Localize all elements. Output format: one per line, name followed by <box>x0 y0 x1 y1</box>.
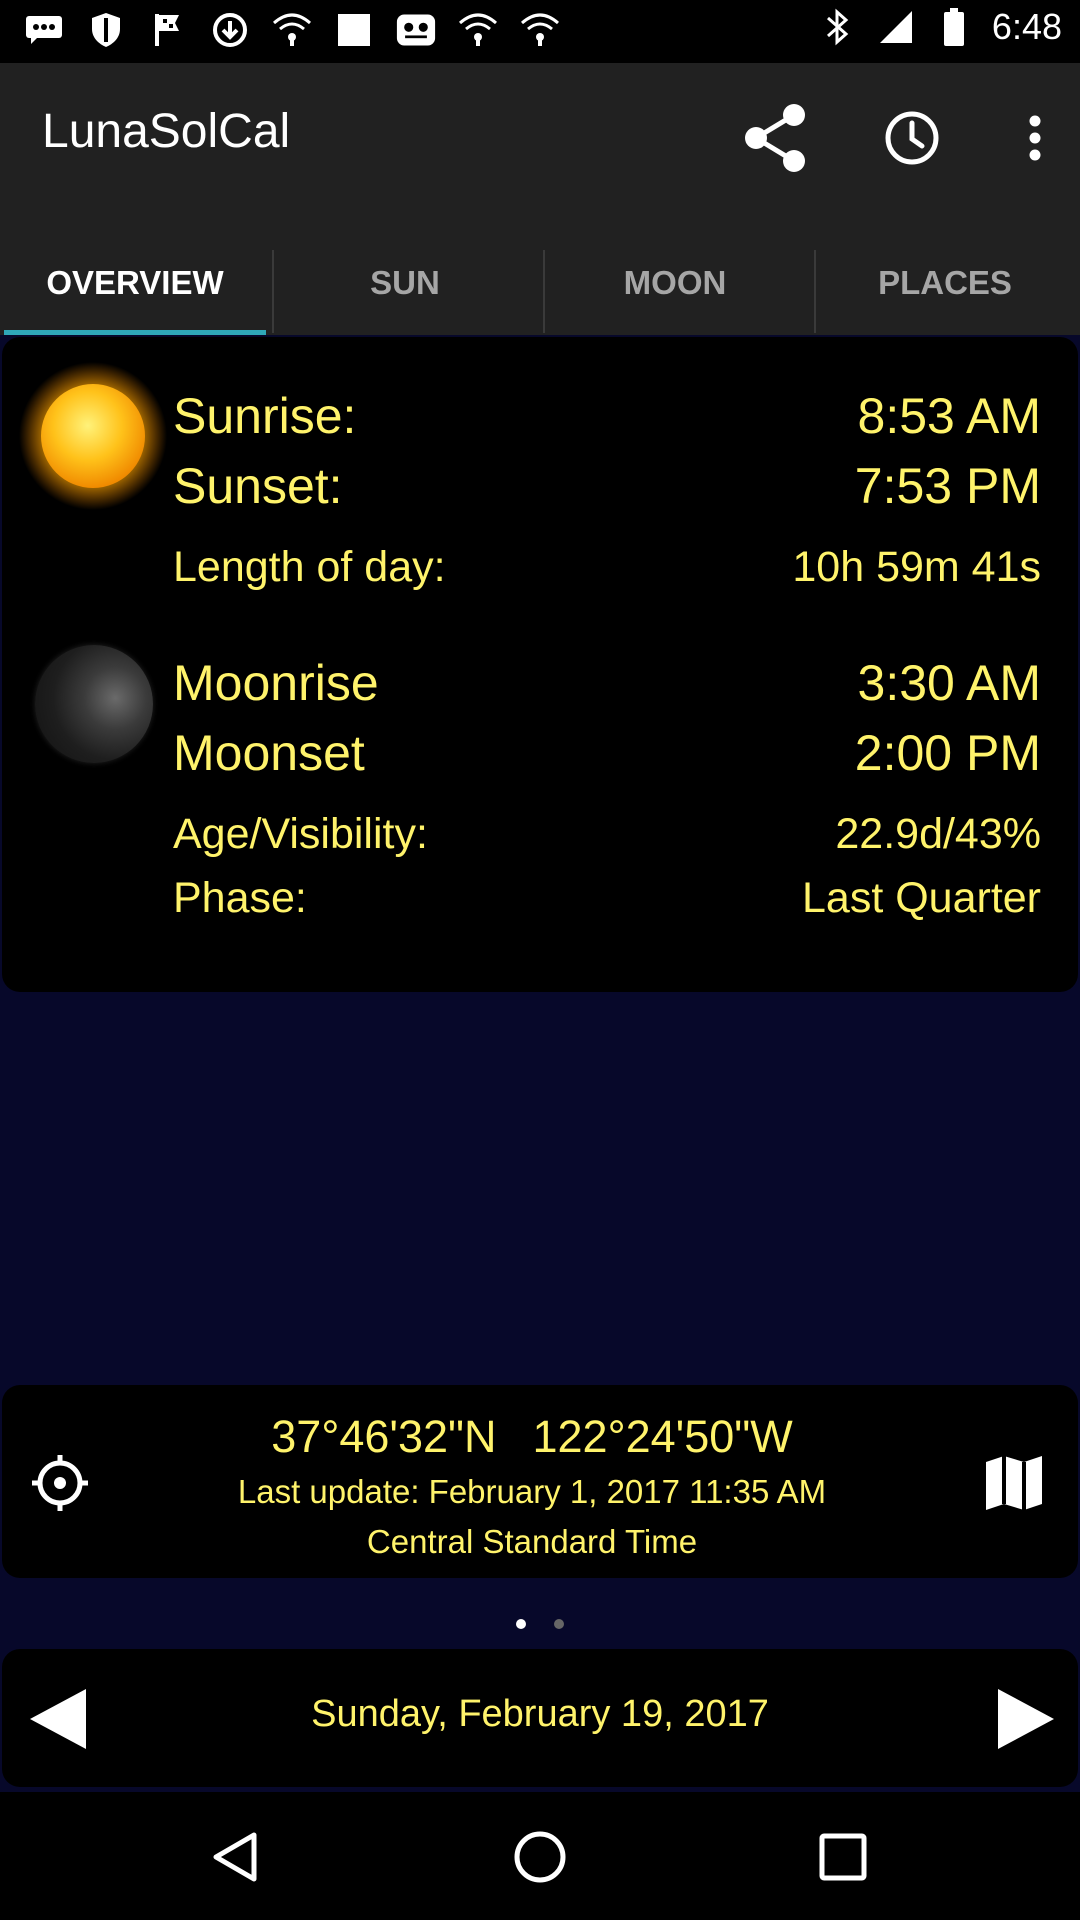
location-card: 37°46'32"N 122°24'50"W Last update: Febru… <box>2 1385 1078 1578</box>
recents-square-icon <box>819 1833 867 1881</box>
status-time: 6:48 <box>991 6 1062 47</box>
phase-row: Phase: Last Quarter <box>173 874 1041 923</box>
moonrise-row: Moonrise 3:30 AM <box>173 654 1041 712</box>
day-length-value: 10h 59m 41s <box>792 543 1041 591</box>
page-dot-active <box>516 1619 526 1629</box>
status-bar: 6:48 <box>0 0 1080 63</box>
last-update: Last update: February 1, 2017 11:35 AM <box>237 1473 827 1510</box>
tab-sun[interactable]: SUN <box>270 230 540 335</box>
bluetooth-icon <box>818 7 858 47</box>
back-button[interactable] <box>200 1822 270 1892</box>
moonset-value: 2:00 PM <box>854 725 1041 781</box>
clock-icon <box>885 111 939 165</box>
more-options-button[interactable] <box>1000 103 1070 173</box>
signal-icon <box>876 7 916 47</box>
moon-icon <box>35 645 153 763</box>
recents-button[interactable] <box>808 1822 878 1892</box>
phase-value: Last Quarter <box>802 874 1041 922</box>
age-visibility-label: Age/Visibility: <box>173 810 428 858</box>
crosshair-icon <box>32 1455 88 1511</box>
locate-button[interactable] <box>28 1451 92 1515</box>
download-icon <box>210 10 250 50</box>
share-button[interactable] <box>740 103 810 173</box>
home-button[interactable] <box>505 1822 575 1892</box>
tab-divider <box>543 250 545 333</box>
back-triangle-icon <box>213 1832 257 1882</box>
map-icon <box>986 1456 1042 1510</box>
next-day-button[interactable] <box>992 1687 1056 1751</box>
battery-icon <box>934 7 974 47</box>
chat-icon <box>24 10 64 50</box>
moonset-row: Moonset 2:00 PM <box>173 724 1041 782</box>
sunset-row: Sunset: 7:53 PM <box>173 457 1041 515</box>
timezone: Central Standard Time <box>366 1523 698 1560</box>
stop-icon <box>334 10 374 50</box>
shield-icon <box>86 10 126 50</box>
age-visibility-row: Age/Visibility: 22.9d/43% <box>173 810 1041 859</box>
history-button[interactable] <box>877 103 947 173</box>
latitude: 37°46'32"N <box>271 1411 497 1462</box>
sun-icon <box>19 362 167 510</box>
wifi-icon <box>520 10 560 50</box>
sunset-label: Sunset: <box>173 458 343 514</box>
page-dot <box>554 1619 564 1629</box>
map-button[interactable] <box>982 1451 1046 1515</box>
sunset-value: 7:53 PM <box>854 458 1041 514</box>
flag-icon <box>148 10 188 50</box>
tab-label: PLACES <box>878 263 1012 301</box>
tab-label: OVERVIEW <box>46 263 224 301</box>
app-title: LunaSolCal <box>42 105 291 158</box>
sunrise-value: 8:53 AM <box>857 388 1041 444</box>
moonrise-label: Moonrise <box>173 655 379 711</box>
tab-places[interactable]: PLACES <box>810 230 1080 335</box>
home-circle-icon <box>514 1831 566 1883</box>
coordinates: 37°46'32"N 122°24'50"W <box>102 1411 962 1463</box>
tab-moon[interactable]: MOON <box>540 230 810 335</box>
tab-bar: OVERVIEW SUN MOON PLACES <box>0 230 1080 335</box>
longitude: 122°24'50"W <box>532 1411 793 1462</box>
sun-moon-card: Sunrise: 8:53 AM Sunset: 7:53 PM Length … <box>2 337 1078 992</box>
phase-label: Phase: <box>173 874 307 922</box>
date-navigator: Sunday, February 19, 2017 <box>2 1649 1078 1787</box>
system-nav-bar <box>0 1792 1080 1920</box>
tab-label: SUN <box>370 263 440 301</box>
moonset-label: Moonset <box>173 725 365 781</box>
wifi-icon <box>272 10 312 50</box>
sunrise-row: Sunrise: 8:53 AM <box>173 387 1041 445</box>
day-length-row: Length of day: 10h 59m 41s <box>173 543 1041 592</box>
triangle-left-icon <box>30 1689 86 1749</box>
tab-divider <box>272 250 274 333</box>
current-date[interactable]: Sunday, February 19, 2017 <box>102 1693 978 1736</box>
voicemail-icon <box>396 10 436 50</box>
triangle-right-icon <box>998 1689 1054 1749</box>
more-vert-icon <box>1029 115 1041 161</box>
age-visibility-value: 22.9d/43% <box>835 810 1041 858</box>
day-length-label: Length of day: <box>173 543 446 591</box>
moonrise-value: 3:30 AM <box>857 655 1041 711</box>
tab-overview[interactable]: OVERVIEW <box>0 230 270 335</box>
page-indicator <box>0 1619 1080 1629</box>
share-icon <box>745 104 805 172</box>
tab-label: MOON <box>623 263 727 301</box>
previous-day-button[interactable] <box>28 1687 92 1751</box>
sunrise-label: Sunrise: <box>173 388 357 444</box>
overview-page[interactable]: Sunrise: 8:53 AM Sunset: 7:53 PM Length … <box>0 335 1080 1792</box>
wifi-icon <box>458 10 498 50</box>
tab-divider <box>814 250 816 333</box>
